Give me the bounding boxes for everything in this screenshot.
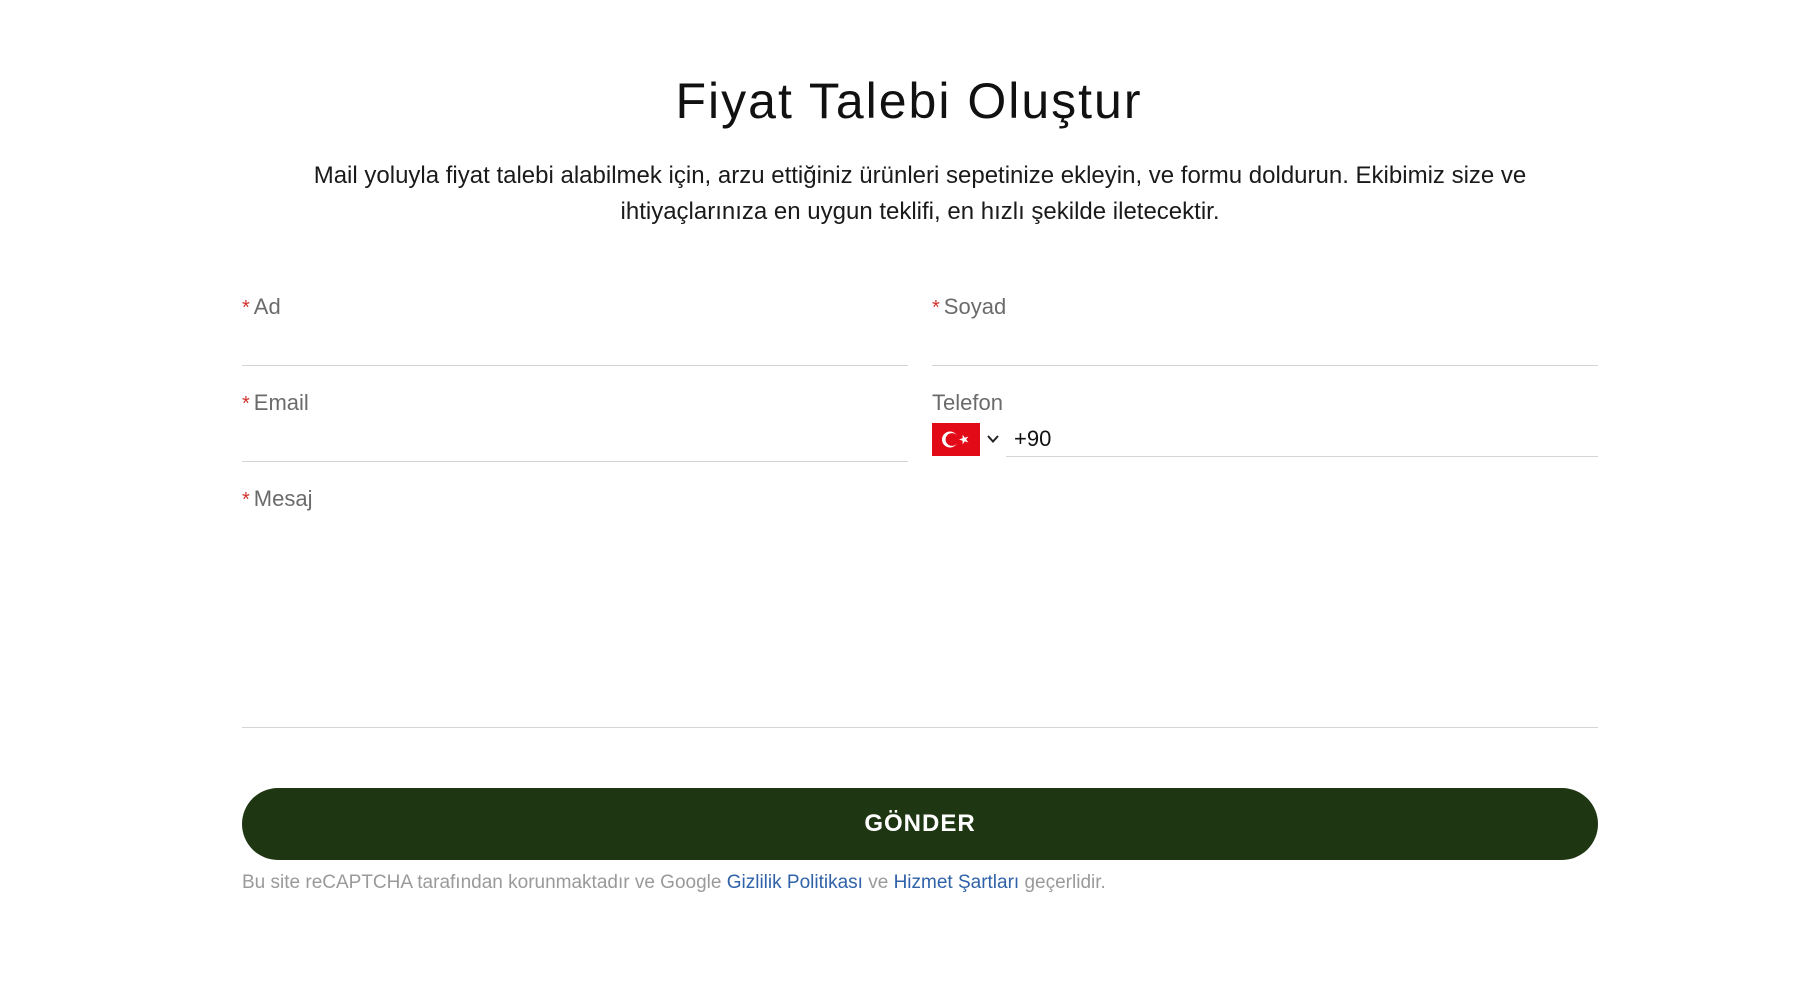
last-name-input[interactable] bbox=[932, 327, 1598, 366]
recaptcha-text-after: geçerlidir. bbox=[1019, 872, 1106, 893]
first-name-label: * Ad bbox=[242, 294, 908, 321]
turkey-flag-icon bbox=[932, 422, 980, 456]
recaptcha-text-middle: ve bbox=[862, 872, 894, 893]
message-textarea[interactable] bbox=[242, 519, 1598, 728]
email-field: * Email bbox=[242, 390, 908, 462]
price-request-page: Fiyat Talebi Oluştur Mail yoluyla fiyat … bbox=[0, 0, 1818, 1006]
email-label: * Email bbox=[242, 390, 908, 417]
first-name-field: * Ad bbox=[242, 294, 908, 366]
required-mark: * bbox=[242, 393, 250, 415]
email-input[interactable] bbox=[242, 423, 908, 462]
message-field: * Mesaj bbox=[242, 486, 1598, 728]
country-select[interactable] bbox=[932, 422, 1006, 456]
privacy-policy-link[interactable]: Gizlilik Politikası bbox=[727, 872, 863, 893]
phone-row bbox=[932, 421, 1598, 457]
email-label-text: Email bbox=[253, 390, 309, 415]
message-label-text: Mesaj bbox=[253, 486, 313, 511]
recaptcha-notice: Bu site reCAPTCHA tarafından korunmaktad… bbox=[242, 872, 1106, 894]
required-mark: * bbox=[242, 489, 250, 511]
first-name-label-text: Ad bbox=[253, 294, 281, 319]
page-intro: Mail yoluyla fiyat talebi alabilmek için… bbox=[313, 162, 1527, 225]
message-label: * Mesaj bbox=[242, 486, 1598, 513]
page-title: Fiyat Talebi Oluştur bbox=[675, 73, 1143, 129]
required-mark: * bbox=[242, 297, 250, 319]
last-name-label: * Soyad bbox=[932, 294, 1598, 321]
phone-input[interactable] bbox=[1006, 421, 1598, 457]
submit-button[interactable]: GÖNDER bbox=[242, 788, 1598, 860]
phone-label: Telefon bbox=[932, 390, 1003, 415]
last-name-field: * Soyad bbox=[932, 294, 1598, 366]
last-name-label-text: Soyad bbox=[943, 294, 1007, 319]
first-name-input[interactable] bbox=[242, 327, 908, 366]
recaptcha-text-before: Bu site reCAPTCHA tarafından korunmaktad… bbox=[242, 872, 727, 893]
terms-of-service-link[interactable]: Hizmet Şartları bbox=[894, 872, 1020, 893]
phone-field: Telefon bbox=[932, 390, 1598, 457]
chevron-down-icon bbox=[987, 435, 999, 443]
required-mark: * bbox=[932, 297, 940, 319]
